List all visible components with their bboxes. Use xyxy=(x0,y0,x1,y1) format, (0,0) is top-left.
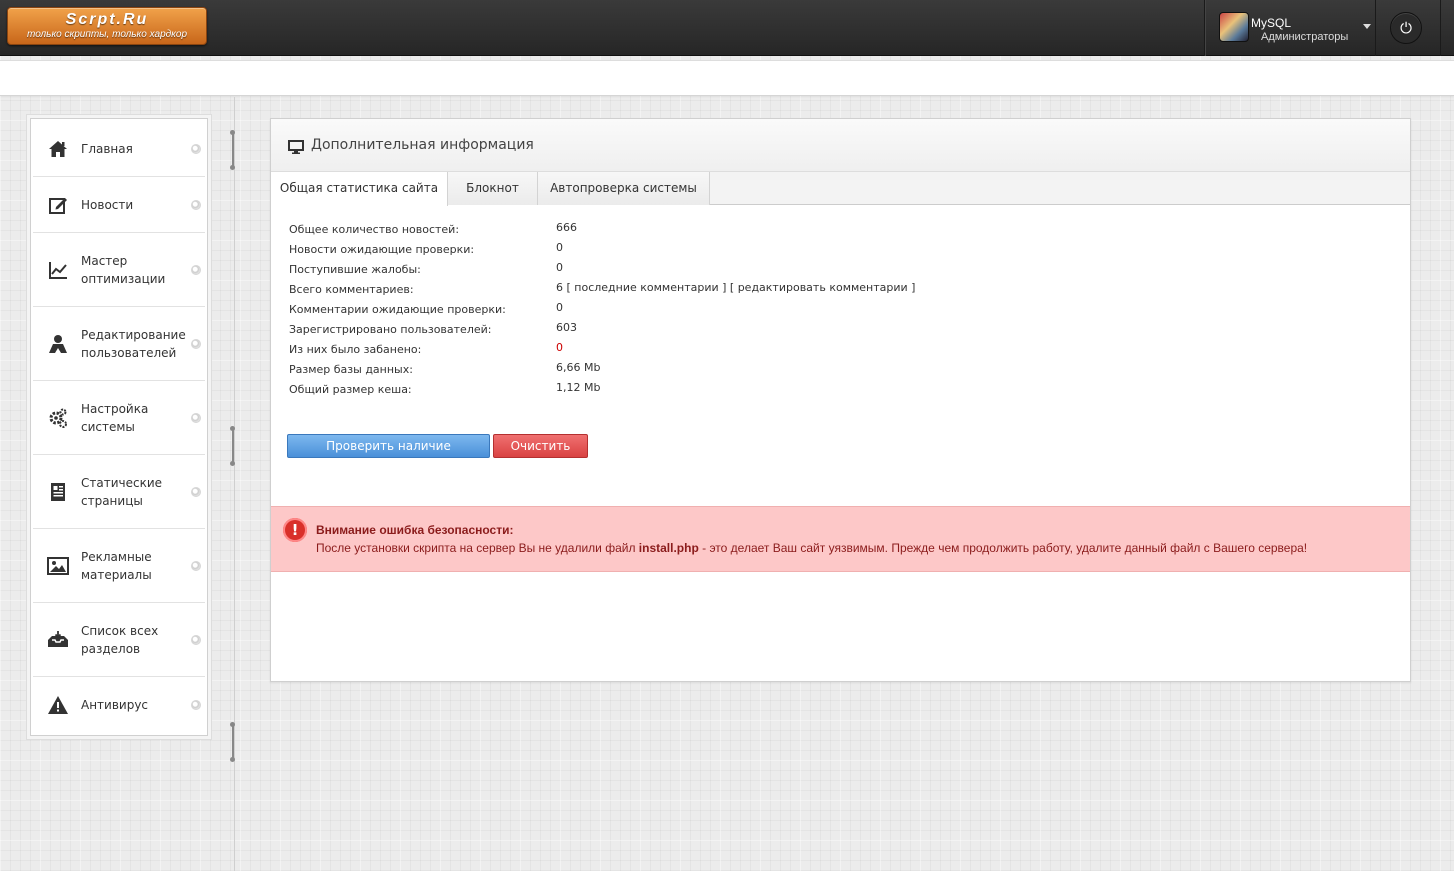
stat-label: Поступившие жалобы: xyxy=(289,263,421,276)
stat-label: Общий размер кеша: xyxy=(289,383,412,396)
stat-value: 603 xyxy=(556,321,577,334)
topbar-edge xyxy=(1440,0,1454,56)
tab-notepad[interactable]: Блокнот xyxy=(448,172,538,205)
stat-value: 666 xyxy=(556,221,577,234)
stat-value: 0 xyxy=(556,261,563,274)
tab-bar: Общая статистика сайта Блокнот Автопрове… xyxy=(271,172,1410,206)
banned-count: 0 xyxy=(556,341,563,354)
sidebar-item-static-pages[interactable]: Статические страницы xyxy=(33,455,205,529)
top-bar: Scrpt.Ru только скрипты, только хардкор … xyxy=(0,0,1454,56)
tab-site-stats[interactable]: Общая статистика сайта xyxy=(271,172,448,206)
scroll-handle[interactable] xyxy=(230,426,237,466)
site-logo[interactable]: Scrpt.Ru только скрипты, только хардкор xyxy=(7,7,207,45)
radio-indicator xyxy=(191,412,201,423)
image-icon xyxy=(47,555,69,577)
exclamation-icon: ! xyxy=(283,518,307,542)
radio-indicator xyxy=(191,486,201,497)
stat-value: 1,12 Mb xyxy=(556,381,601,394)
user-icon xyxy=(47,333,69,355)
radio-indicator xyxy=(191,264,201,275)
stat-label: Из них было забанено: xyxy=(289,343,422,356)
stat-value: 0 xyxy=(556,301,563,314)
radio-indicator xyxy=(191,700,201,710)
clear-cache-button[interactable]: Очистить кеш xyxy=(493,434,588,475)
comments-links[interactable]: 6 [ последние комментарии ] [ редактиров… xyxy=(556,281,915,294)
check-updates-button[interactable]: Проверить наличие обновлений xyxy=(287,434,490,475)
radio-indicator xyxy=(191,338,201,349)
stat-label: Зарегистрировано пользователей: xyxy=(289,323,492,336)
logout-button[interactable]: ⏻ xyxy=(1390,12,1422,44)
warning-icon xyxy=(47,694,69,716)
sidebar: Главная Новости Мастер оптимизации Редак… xyxy=(30,118,208,736)
info-panel: Дополнительная информация Общая статисти… xyxy=(270,118,1411,682)
sidebar-item-label: Статические страницы xyxy=(81,475,163,508)
alert-file-name: install.php xyxy=(638,541,699,555)
alert-message: После установки скрипта на сервер Вы не … xyxy=(316,541,1307,555)
stat-label: Общее количество новостей: xyxy=(289,223,460,236)
home-icon xyxy=(47,138,69,160)
inbox-icon xyxy=(47,629,69,651)
sidebar-item-label: Рекламные материалы xyxy=(81,549,152,582)
user-name: MySQL xyxy=(1251,16,1292,30)
radio-indicator xyxy=(191,199,201,210)
alert-title: Внимание ошибка безопасности: xyxy=(316,523,514,537)
sidebar-item-label: Редактирование пользователей xyxy=(81,327,186,360)
edit-icon xyxy=(47,194,69,216)
avatar xyxy=(1219,12,1249,42)
sidebar-item-label: Антивирус xyxy=(81,698,149,712)
sidebar-item-optimization[interactable]: Мастер оптимизации xyxy=(33,233,205,307)
monitor-icon xyxy=(288,139,304,155)
user-group: Администраторы xyxy=(1261,31,1349,43)
sidebar-item-label: Мастер оптимизации xyxy=(81,253,166,286)
sidebar-item-label: Настройка системы xyxy=(81,401,149,434)
sidebar-item-antivirus[interactable]: Антивирус xyxy=(33,677,205,733)
sidebar-item-users[interactable]: Редактирование пользователей xyxy=(33,307,205,381)
logo-title: Scrpt.Ru xyxy=(65,11,149,28)
sidebar-item-settings[interactable]: Настройка системы xyxy=(33,381,205,455)
sidebar-item-ads[interactable]: Рекламные материалы xyxy=(33,529,205,603)
gears-icon xyxy=(47,407,69,429)
scroll-handle[interactable] xyxy=(230,722,237,762)
document-icon xyxy=(47,481,69,503)
stat-label: Всего комментариев: xyxy=(289,283,414,296)
radio-indicator xyxy=(191,634,201,645)
sidebar-item-categories[interactable]: Список всех разделов xyxy=(33,603,205,677)
alert-text-after: - это делает Ваш сайт уязвимым. Прежде ч… xyxy=(698,541,1308,555)
stat-value: 0 xyxy=(556,241,563,254)
chart-line-icon xyxy=(47,259,69,281)
stat-label: Новости ожидающие проверки: xyxy=(289,243,475,256)
panel-title: Дополнительная информация xyxy=(311,137,534,153)
chevron-down-icon[interactable] xyxy=(1363,24,1371,29)
sidebar-item-label: Новости xyxy=(81,197,134,212)
sidebar-item-label: Список всех разделов xyxy=(81,623,159,656)
power-icon: ⏻ xyxy=(1400,19,1412,37)
alert-text-before: После установки скрипта на сервер Вы не … xyxy=(316,541,639,555)
scroll-handle[interactable] xyxy=(230,130,237,170)
stat-label: Комментарии ожидающие проверки: xyxy=(289,303,506,316)
logo-tagline: только скрипты, только хардкор xyxy=(26,29,187,40)
security-alert: ! Внимание ошибка безопасности: После ус… xyxy=(271,506,1410,572)
user-menu[interactable]: MySQL Администраторы xyxy=(1204,0,1376,56)
tab-autocheck[interactable]: Автопроверка системы xyxy=(538,172,710,205)
radio-indicator xyxy=(191,143,201,154)
radio-indicator xyxy=(191,560,201,571)
panel-header: Дополнительная информация xyxy=(271,119,1410,172)
sub-header xyxy=(0,60,1454,96)
stat-value: 6,66 Mb xyxy=(556,361,601,374)
stat-label: Размер базы данных: xyxy=(289,363,413,376)
sidebar-item-home[interactable]: Главная xyxy=(33,121,205,177)
sidebar-item-news[interactable]: Новости xyxy=(33,177,205,233)
sidebar-item-label: Главная xyxy=(81,141,133,156)
